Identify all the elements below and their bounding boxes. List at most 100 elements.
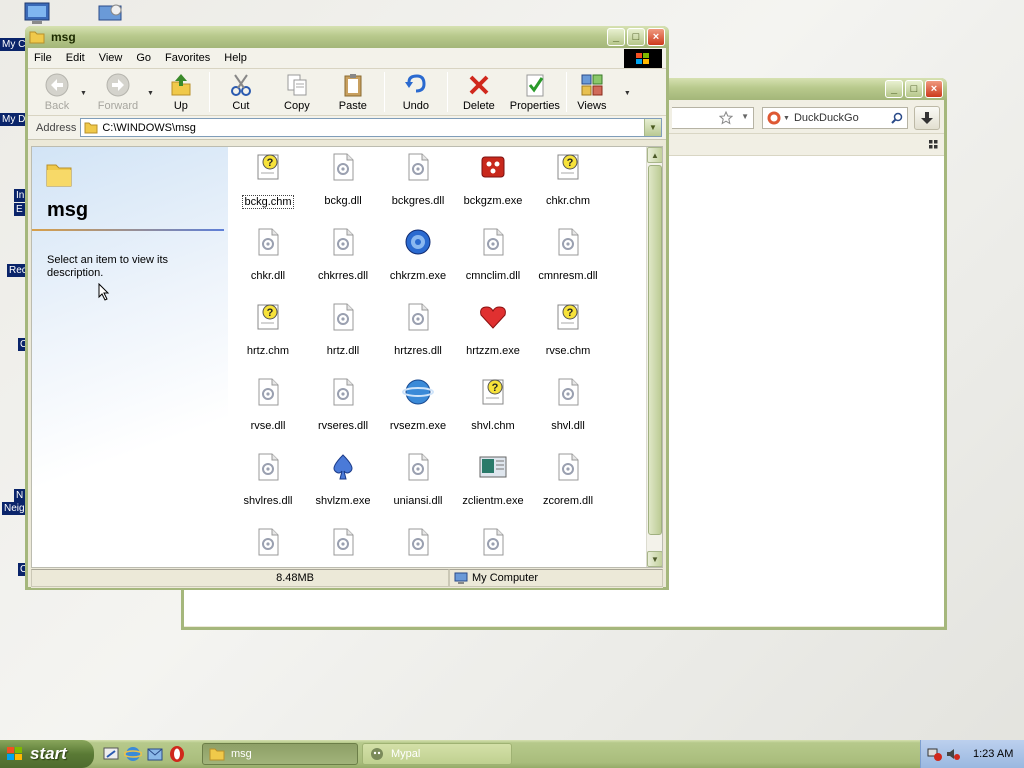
file-item[interactable]: shvlzm.exe bbox=[308, 449, 378, 511]
file-item[interactable]: chkr.dll bbox=[233, 224, 303, 286]
file-item[interactable]: ? bckg.chm bbox=[233, 149, 303, 211]
menu-edit[interactable]: Edit bbox=[66, 52, 85, 64]
forward-arrow-icon bbox=[106, 73, 130, 97]
views-grid-icon bbox=[581, 74, 603, 96]
file-name: cmnclim.dll bbox=[465, 270, 521, 282]
file-item[interactable]: zonelibm.dll bbox=[458, 524, 528, 567]
desktop-label[interactable]: N bbox=[14, 489, 26, 502]
bookmark-star-icon[interactable] bbox=[719, 111, 733, 125]
tray-volume-icon[interactable] bbox=[945, 746, 961, 762]
file-item[interactable]: chkrres.dll bbox=[308, 224, 378, 286]
file-item[interactable]: ? chkr.chm bbox=[533, 149, 603, 211]
undo-arrow-icon bbox=[404, 74, 426, 93]
file-item[interactable]: zcorem.dll bbox=[533, 449, 603, 511]
undo-button[interactable]: Undo bbox=[388, 72, 444, 112]
back-button[interactable]: Back bbox=[34, 72, 80, 112]
file-item[interactable]: bckg.dll bbox=[308, 149, 378, 211]
file-item[interactable]: chkrzm.exe bbox=[383, 224, 453, 286]
file-item[interactable]: hrtzzm.exe bbox=[458, 299, 528, 361]
desktop-label[interactable]: Neig bbox=[2, 502, 27, 515]
tray-network-icon[interactable] bbox=[927, 746, 943, 762]
clock[interactable]: 1:23 AM bbox=[973, 748, 1013, 760]
delete-button[interactable]: Delete bbox=[451, 72, 507, 112]
menu-file[interactable]: File bbox=[34, 52, 52, 64]
opera-icon[interactable] bbox=[168, 745, 186, 763]
file-item[interactable]: rvsezm.exe bbox=[383, 374, 453, 436]
grid-menu-icon[interactable] bbox=[929, 140, 938, 149]
file-item[interactable]: rvseres.dll bbox=[308, 374, 378, 436]
task-msg[interactable]: msg bbox=[202, 743, 358, 765]
maximize-button[interactable]: □ bbox=[627, 28, 645, 46]
copy-button[interactable]: Copy bbox=[269, 72, 325, 112]
file-item[interactable]: zoneclim.dll bbox=[383, 524, 453, 567]
windows-flag-icon bbox=[7, 747, 22, 760]
task-mypal[interactable]: Mypal bbox=[362, 743, 512, 765]
up-button[interactable]: Up bbox=[156, 72, 206, 112]
start-button[interactable]: start bbox=[0, 740, 94, 768]
menu-view[interactable]: View bbox=[99, 52, 123, 64]
file-item[interactable]: cmnclim.dll bbox=[458, 224, 528, 286]
url-bar[interactable]: ▼ bbox=[672, 107, 754, 129]
maximize-button[interactable]: □ bbox=[905, 80, 923, 98]
file-item[interactable]: hrtz.dll bbox=[308, 299, 378, 361]
forward-dropdown-icon[interactable]: ▼ bbox=[147, 90, 154, 97]
file-item[interactable]: bckgres.dll bbox=[383, 149, 453, 211]
views-button[interactable]: Views bbox=[570, 72, 614, 112]
desktop-label[interactable]: E bbox=[14, 203, 25, 216]
show-desktop-icon[interactable] bbox=[102, 745, 120, 763]
file-item[interactable]: zgmprxy.dll bbox=[308, 524, 378, 567]
network-icon[interactable] bbox=[96, 2, 126, 26]
back-dropdown-icon[interactable]: ▼ bbox=[80, 90, 87, 97]
file-item[interactable]: shvlres.dll bbox=[233, 449, 303, 511]
explorer-titlebar[interactable]: msg _ □ × bbox=[25, 26, 669, 48]
address-dropdown-icon[interactable]: ▼ bbox=[644, 119, 661, 136]
internet-explorer-icon[interactable] bbox=[124, 745, 142, 763]
vertical-scrollbar[interactable]: ▲ ▼ bbox=[646, 147, 662, 567]
views-dropdown-icon[interactable]: ▼ bbox=[624, 90, 631, 97]
minimize-button[interactable]: _ bbox=[607, 28, 625, 46]
file-name: hrtz.dll bbox=[326, 345, 360, 357]
file-item[interactable]: hrtzres.dll bbox=[383, 299, 453, 361]
file-name: shvl.chm bbox=[471, 420, 515, 432]
minimize-button[interactable]: _ bbox=[885, 80, 903, 98]
scroll-thumb[interactable] bbox=[648, 165, 662, 535]
file-item[interactable]: zclientm.exe bbox=[458, 449, 528, 511]
file-name: cmnresm.dll bbox=[538, 270, 598, 282]
file-item[interactable]: bckgzm.exe bbox=[458, 149, 528, 211]
paste-button[interactable]: Paste bbox=[325, 72, 381, 112]
scroll-down-button[interactable]: ▼ bbox=[647, 551, 662, 567]
menu-favorites[interactable]: Favorites bbox=[165, 52, 210, 64]
close-button[interactable]: × bbox=[647, 28, 665, 46]
file-item[interactable]: cmnresm.dll bbox=[533, 224, 603, 286]
file-item[interactable]: shvl.dll bbox=[533, 374, 603, 436]
info-pane: msg Select an item to view its descripti… bbox=[32, 147, 228, 567]
outlook-express-icon[interactable] bbox=[146, 745, 164, 763]
forward-button[interactable]: Forward bbox=[89, 72, 147, 112]
properties-button[interactable]: Properties bbox=[507, 72, 563, 112]
close-button[interactable]: × bbox=[925, 80, 943, 98]
desktop-label[interactable]: My D bbox=[0, 113, 28, 126]
file-item[interactable]: ? shvl.chm bbox=[458, 374, 528, 436]
file-item[interactable]: ? rvse.chm bbox=[533, 299, 603, 361]
download-button[interactable] bbox=[914, 106, 940, 130]
address-input[interactable]: C:\WINDOWS\msg ▼ bbox=[80, 118, 662, 137]
file-item[interactable]: rvse.dll bbox=[233, 374, 303, 436]
search-engine-dropdown-icon[interactable]: ▼ bbox=[783, 115, 790, 122]
scroll-up-button[interactable]: ▲ bbox=[647, 147, 662, 163]
file-item[interactable]: ? hrtz.chm bbox=[233, 299, 303, 361]
url-dropdown-icon[interactable]: ▼ bbox=[741, 112, 749, 121]
desktop-label[interactable]: My C bbox=[0, 38, 28, 51]
cut-button[interactable]: Cut bbox=[213, 72, 269, 112]
chm-help-icon: ? bbox=[557, 304, 579, 330]
search-box[interactable]: ▼ DuckDuckGo bbox=[762, 107, 908, 129]
search-icon[interactable] bbox=[891, 112, 903, 124]
quick-launch bbox=[102, 745, 198, 763]
menu-go[interactable]: Go bbox=[136, 52, 151, 64]
svg-text:?: ? bbox=[492, 382, 499, 394]
file-item[interactable]: zeeverm.dll bbox=[233, 524, 303, 567]
menu-help[interactable]: Help bbox=[224, 52, 247, 64]
my-computer-icon[interactable] bbox=[22, 2, 52, 26]
file-view: msg Select an item to view its descripti… bbox=[31, 146, 663, 568]
taskbar: start msg Mypal 1:23 AM bbox=[0, 740, 1024, 768]
file-item[interactable]: uniansi.dll bbox=[383, 449, 453, 511]
